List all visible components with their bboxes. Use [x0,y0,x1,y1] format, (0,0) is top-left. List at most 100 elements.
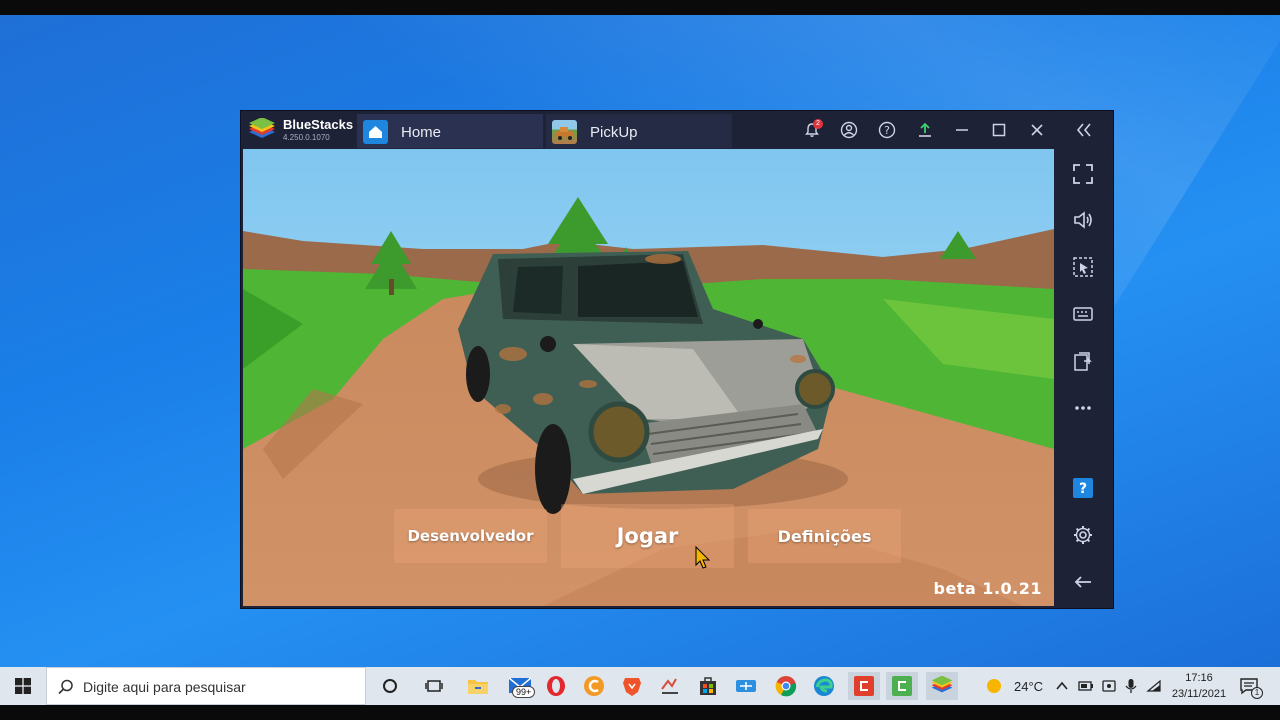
collapse-sidebar-button[interactable] [1073,119,1095,141]
mail-badge: 99+ [512,686,536,698]
screen-record-icon [1074,352,1092,371]
sun-icon [987,679,1001,693]
help-panel-button[interactable]: ? [1070,475,1096,501]
fullscreen-button[interactable] [1070,161,1096,187]
pickup-app-icon [552,120,577,144]
search-icon [58,679,73,695]
collapse-icon [1076,123,1091,137]
store-app[interactable] [694,672,722,700]
right-sidebar: ? [1054,149,1113,608]
circle-icon [383,679,397,693]
maximize-button[interactable] [988,119,1010,141]
green-app[interactable] [886,672,918,700]
app-brand: BlueStacks [283,117,354,132]
letterbox-bottom [0,705,1280,720]
network-icon [736,680,756,692]
network-app[interactable] [732,672,760,700]
file-explorer-app[interactable] [464,672,492,700]
battery-indicator[interactable] [1078,667,1094,705]
upload-icon [919,122,931,137]
more-button[interactable] [1070,395,1096,421]
notification-center-badge: 1 [1251,687,1263,699]
cursor-icon [1073,257,1093,277]
capture-app[interactable] [656,672,684,700]
task-view-button[interactable] [420,672,448,700]
microphone-icon [1125,679,1137,693]
notifications-button[interactable]: 2 [801,119,823,141]
cortana-button[interactable] [376,672,404,700]
battery-icon [1078,681,1093,691]
capture-icon [661,678,678,694]
settings-gear-button[interactable] [1070,522,1096,548]
close-button[interactable] [1026,119,1048,141]
minimize-icon [956,129,968,131]
developer-button[interactable]: Desenvolvedor [394,509,547,563]
back-button[interactable] [1070,569,1096,595]
minimize-button[interactable] [951,119,973,141]
opera-app[interactable] [542,672,570,700]
volume-button[interactable] [1070,207,1096,233]
account-icon [840,121,858,139]
ccleaner-app[interactable] [580,672,608,700]
fullscreen-icon [1073,164,1093,184]
weather-widget[interactable]: 24°C [984,667,1043,705]
keyboard-icon [1073,307,1093,321]
game-version: beta 1.0.21 [933,579,1042,598]
app-version: 4.250.0.1070 [283,133,330,142]
chrome-app[interactable] [772,672,800,700]
red-app[interactable] [848,672,880,700]
volume-icon [1074,211,1092,229]
svg-text:?: ? [884,124,890,137]
device-indicator[interactable] [1101,667,1117,705]
device-icon [1102,680,1116,692]
tab-pickup[interactable]: PickUp [546,114,732,148]
screen-record-button[interactable] [1070,348,1096,374]
help-button[interactable]: ? [876,119,898,141]
app-c-icon [854,676,874,696]
bluestacks-logo [931,676,953,693]
more-icon [1075,406,1091,410]
tray-overflow[interactable] [1055,667,1069,705]
start-button[interactable] [0,667,46,705]
bluestacks-window: BlueStacks 4.250.0.1070 Home PickUp 2 ? [241,111,1113,608]
bluestacks-taskbar-app[interactable] [926,672,958,700]
task-view-icon [425,680,443,692]
mouse-cursor [695,546,711,569]
microphone-indicator[interactable] [1124,667,1138,705]
opera-icon [547,676,565,696]
windows-start-icon [15,678,31,694]
action-center-button[interactable]: 1 [1240,667,1263,705]
edge-app[interactable] [810,672,838,700]
brave-app[interactable] [618,672,646,700]
help-square-icon: ? [1073,478,1093,498]
taskbar-search-box[interactable]: Digite aqui para pesquisar [46,667,366,705]
tab-home[interactable]: Home [357,114,543,148]
maximize-icon [992,123,1006,137]
chrome-icon [775,676,797,697]
folder-icon [468,680,488,694]
taskbar: Digite aqui para pesquisar 99+ 24°C 17:1… [0,667,1280,705]
store-icon [700,677,716,695]
account-button[interactable] [838,119,860,141]
search-placeholder: Digite aqui para pesquisar [83,679,246,695]
app-green-icon [892,676,912,696]
tab-home-label: Home [401,124,442,141]
tab-pickup-label: PickUp [590,124,638,141]
gear-icon [1074,526,1092,544]
settings-button[interactable]: Definições [748,509,901,563]
home-icon [363,120,388,144]
close-icon [1031,124,1043,136]
title-bar[interactable]: BlueStacks 4.250.0.1070 Home PickUp 2 ? [241,111,1113,149]
game-viewport[interactable]: Desenvolvedor Jogar Definições beta 1.0.… [243,149,1054,606]
keyboard-button[interactable] [1070,301,1096,327]
weather-temp: 24°C [1014,678,1044,694]
taskbar-clock[interactable]: 17:16 23/11/2021 [1160,670,1238,702]
help-icon: ? [878,121,896,139]
brave-icon [623,678,641,696]
clock-time: 17:16 [1185,672,1213,684]
notification-badge: 2 [813,119,823,129]
bluestacks-logo [249,118,275,138]
update-button[interactable] [914,119,936,141]
select-area-button[interactable] [1070,254,1096,280]
mail-app[interactable]: 99+ [506,672,536,700]
